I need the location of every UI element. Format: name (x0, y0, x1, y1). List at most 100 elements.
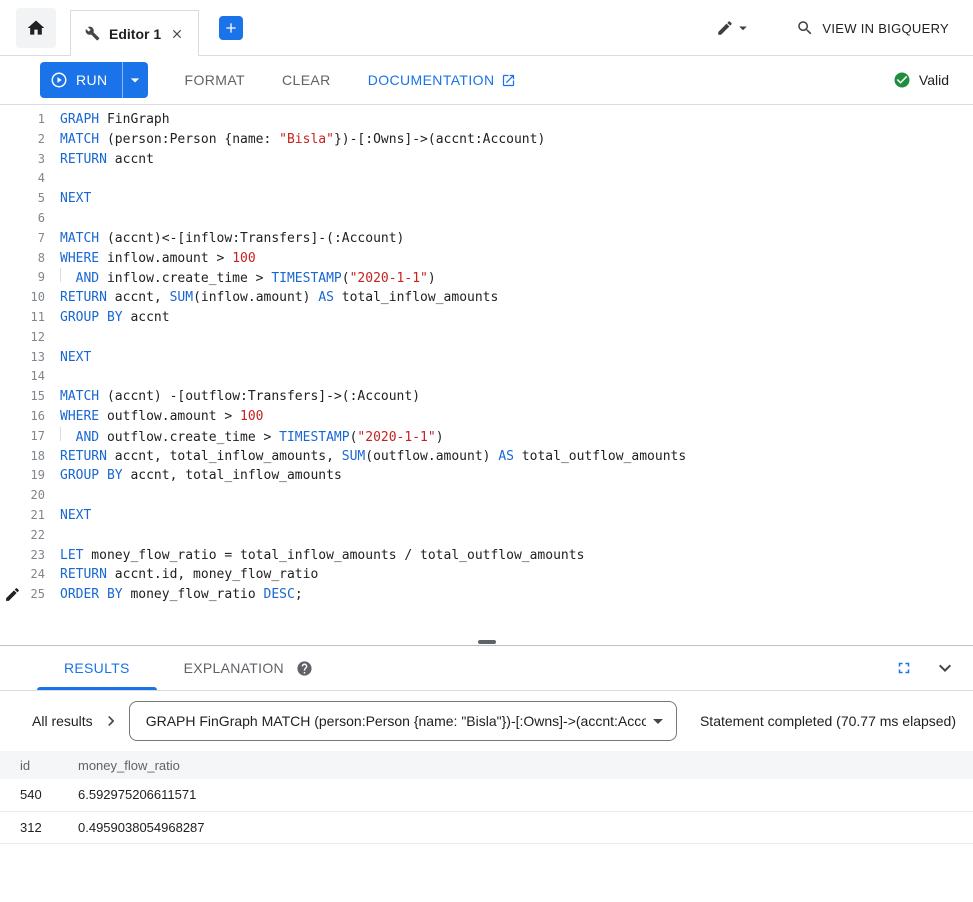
code-token: ( (342, 271, 350, 286)
line-number: 18 (0, 447, 45, 467)
indent-guide (60, 268, 76, 282)
results-tab-bar: RESULTS EXPLANATION (0, 646, 973, 691)
code-token: TIMESTAMP (271, 271, 341, 286)
documentation-link[interactable]: DOCUMENTATION (368, 72, 517, 88)
run-button-label: RUN (76, 72, 108, 88)
code-line[interactable]: AND inflow.create_time > TIMESTAMP("2020… (60, 268, 973, 288)
explanation-tab-label: EXPLANATION (184, 660, 284, 676)
code-token: WHERE (60, 251, 99, 266)
run-options-button[interactable] (122, 62, 148, 98)
add-tab-button[interactable] (219, 16, 243, 40)
line-number: 21 (0, 506, 45, 526)
close-tab-icon[interactable] (170, 27, 184, 41)
code-token: total_inflow_amounts (334, 290, 498, 305)
code-line[interactable]: LET money_flow_ratio = total_inflow_amou… (60, 546, 973, 566)
table-cell: 0.4959038054968287 (58, 811, 973, 843)
code-token: money_flow_ratio (123, 587, 264, 602)
view-in-bigquery-button[interactable]: VIEW IN BIGQUERY (796, 19, 949, 37)
code-token: accnt (123, 310, 170, 325)
code-line[interactable] (60, 328, 973, 348)
code-line[interactable]: WHERE outflow.amount > 100 (60, 407, 973, 427)
code-line[interactable] (60, 526, 973, 546)
fullscreen-icon (895, 659, 913, 677)
open-in-new-icon (501, 73, 516, 88)
results-table-body: 5406.5929752066115713120.495903805496828… (0, 779, 973, 843)
validation-status: Valid (893, 71, 949, 89)
code-token: FinGraph (99, 112, 169, 127)
code-lines[interactable]: GRAPH FinGraphMATCH (person:Person {name… (60, 110, 973, 645)
sql-editor-pane: 1234567891011121314151617181920212223242… (0, 105, 973, 645)
code-line[interactable]: GROUP BY accnt (60, 308, 973, 328)
home-tab[interactable] (16, 8, 56, 48)
code-line[interactable]: MATCH (person:Person {name: "Bisla"})-[:… (60, 130, 973, 150)
statement-dropdown[interactable]: GRAPH FinGraph MATCH (person:Person {nam… (129, 701, 677, 741)
code-line[interactable]: RETURN accnt.id, money_flow_ratio (60, 565, 973, 585)
inline-suggestion-button[interactable] (4, 586, 21, 603)
line-number: 7 (0, 229, 45, 249)
view-in-bigquery-label: VIEW IN BIGQUERY (822, 21, 949, 36)
code-line[interactable]: NEXT (60, 348, 973, 368)
code-token: RETURN (60, 449, 107, 464)
line-number: 19 (0, 466, 45, 486)
clear-button[interactable]: CLEAR (282, 72, 331, 88)
fullscreen-button[interactable] (895, 659, 913, 677)
code-token: accnt, total_inflow_amounts, (107, 449, 342, 464)
line-number: 20 (0, 486, 45, 506)
chevron-down-icon (734, 19, 752, 37)
code-token: SUM (342, 449, 365, 464)
results-panel: RESULTS EXPLANATION All results GRA (0, 645, 973, 844)
code-line[interactable] (60, 367, 973, 387)
code-token: ORDER BY (60, 587, 123, 602)
tab-explanation[interactable]: EXPLANATION (157, 646, 340, 690)
code-line[interactable]: NEXT (60, 189, 973, 209)
code-line[interactable]: NEXT (60, 506, 973, 526)
code-line[interactable]: GROUP BY accnt, total_inflow_amounts (60, 466, 973, 486)
code-token: RETURN (60, 567, 107, 582)
bigquery-editor-app: Editor 1 VIEW IN BIGQUERY RUN FORMAT (0, 0, 973, 902)
panel-resize-handle[interactable] (478, 640, 496, 644)
chevron-down-icon (933, 656, 957, 680)
code-line[interactable] (60, 486, 973, 506)
sql-generation-button[interactable] (716, 19, 752, 37)
line-number: 1 (0, 110, 45, 130)
code-line[interactable] (60, 209, 973, 229)
table-cell: 6.592975206611571 (58, 779, 973, 811)
line-number: 22 (0, 526, 45, 546)
code-line[interactable]: RETURN accnt, SUM(inflow.amount) AS tota… (60, 288, 973, 308)
table-cell: 312 (0, 811, 58, 843)
code-line[interactable]: GRAPH FinGraph (60, 110, 973, 130)
code-token: 100 (240, 409, 263, 424)
code-line[interactable]: WHERE inflow.amount > 100 (60, 249, 973, 269)
code-token: GROUP BY (60, 468, 123, 483)
line-number: 12 (0, 328, 45, 348)
results-table-header-row: idmoney_flow_ratio (0, 751, 973, 779)
code-line[interactable] (60, 169, 973, 189)
code-line[interactable]: RETURN accnt (60, 150, 973, 170)
code-token: accnt, (107, 290, 170, 305)
tab-results[interactable]: RESULTS (37, 646, 157, 690)
collapse-panel-button[interactable] (933, 656, 957, 680)
table-row: 5406.592975206611571 (0, 779, 973, 811)
code-line[interactable]: MATCH (accnt)<-[inflow:Transfers]-(:Acco… (60, 229, 973, 249)
code-token: NEXT (60, 191, 91, 206)
tab-editor-1[interactable]: Editor 1 (70, 10, 199, 56)
format-button[interactable]: FORMAT (185, 72, 245, 88)
expand-results-button[interactable] (101, 711, 121, 731)
run-button[interactable]: RUN (40, 62, 122, 98)
code-token: total_outflow_amounts (514, 449, 686, 464)
code-token: GROUP BY (60, 310, 123, 325)
help-icon[interactable] (296, 660, 313, 677)
code-line[interactable]: MATCH (accnt) -[outflow:Transfers]->(:Ac… (60, 387, 973, 407)
line-number: 23 (0, 546, 45, 566)
code-token: "2020-1-1" (350, 271, 428, 286)
line-number: 11 (0, 308, 45, 328)
line-number: 6 (0, 209, 45, 229)
code-line[interactable]: ORDER BY money_flow_ratio DESC; (60, 585, 973, 605)
code-line[interactable]: AND outflow.create_time > TIMESTAMP("202… (60, 427, 973, 447)
table-row: 3120.4959038054968287 (0, 811, 973, 843)
check-circle-icon (893, 71, 911, 89)
play-circle-icon (50, 71, 68, 89)
code-token: accnt.id, money_flow_ratio (107, 567, 318, 582)
line-number: 5 (0, 189, 45, 209)
code-line[interactable]: RETURN accnt, total_inflow_amounts, SUM(… (60, 447, 973, 467)
